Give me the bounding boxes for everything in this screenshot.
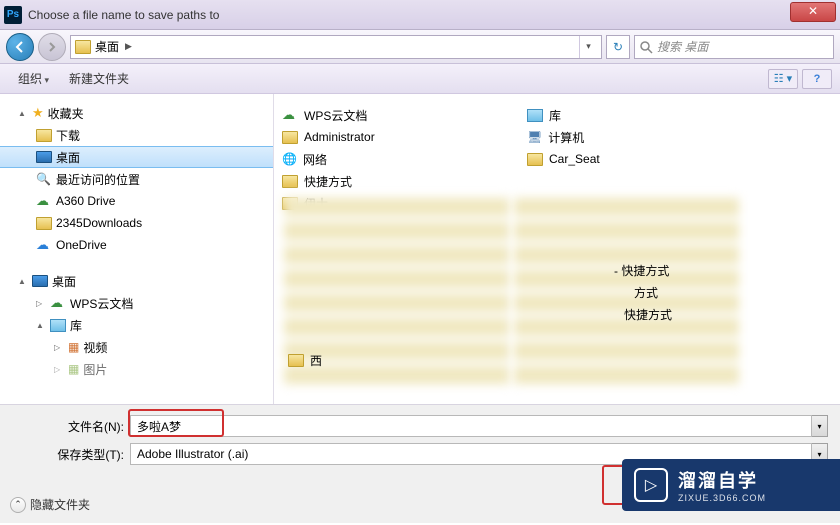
network-icon: 🌐 bbox=[282, 152, 297, 166]
filename-input[interactable] bbox=[130, 415, 812, 437]
file-list[interactable]: ☁WPS云文档Administrator🌐网络快捷方式伊士 库🖥计算机Car_S… bbox=[274, 94, 840, 404]
computer-icon: 🖥 bbox=[527, 130, 542, 144]
file-item[interactable]: 🖥计算机 bbox=[527, 126, 752, 148]
filename-dropdown[interactable]: ▾ bbox=[812, 415, 828, 437]
folder-icon bbox=[282, 175, 298, 188]
arrow-left-icon bbox=[13, 40, 27, 54]
sidebar-desktop[interactable]: 桌面 bbox=[0, 146, 273, 168]
file-item[interactable]: 库 bbox=[527, 104, 752, 126]
new-folder-button[interactable]: 新建文件夹 bbox=[59, 66, 139, 91]
sidebar-onedrive[interactable]: ☁OneDrive bbox=[0, 234, 273, 256]
address-dropdown[interactable]: ▾ bbox=[579, 36, 597, 58]
help-button[interactable]: ? bbox=[802, 69, 832, 89]
file-item[interactable]: 快捷方式 bbox=[282, 170, 507, 192]
organize-menu[interactable]: 组织 bbox=[8, 66, 59, 91]
sidebar-favorites[interactable]: ▲★收藏夹 bbox=[0, 102, 273, 124]
onedrive-icon: ☁ bbox=[36, 237, 52, 253]
sidebar-recent[interactable]: 🔍最近访问的位置 bbox=[0, 168, 273, 190]
sidebar-library[interactable]: ▲库 bbox=[0, 314, 273, 336]
breadcrumb-separator[interactable]: ▶ bbox=[125, 41, 132, 52]
desktop-icon bbox=[32, 275, 48, 287]
savetype-label: 保存类型(T): bbox=[12, 446, 130, 463]
sidebar-desktop-root[interactable]: ▲桌面 bbox=[0, 270, 273, 292]
highlight-annotation bbox=[128, 409, 224, 437]
cloud-icon: ☁ bbox=[50, 295, 66, 311]
address-text: 桌面 bbox=[95, 38, 119, 55]
folder-icon bbox=[75, 40, 91, 54]
star-icon: ★ bbox=[32, 105, 44, 121]
sidebar-a360[interactable]: ☁A360 Drive bbox=[0, 190, 273, 212]
window-title: Choose a file name to save paths to bbox=[28, 8, 836, 22]
folder-icon bbox=[36, 129, 52, 142]
watermark: ▷ 溜溜自学 ZIXUE.3D66.COM bbox=[622, 459, 840, 511]
play-icon: ▷ bbox=[634, 468, 668, 502]
desktop-icon bbox=[36, 151, 52, 163]
view-mode-button[interactable]: ☷ ▾ bbox=[768, 69, 798, 89]
sidebar-pictures[interactable]: ▷▦图片 bbox=[0, 358, 273, 380]
filename-label: 文件名(N): bbox=[12, 418, 130, 435]
sidebar-video[interactable]: ▷▦视频 bbox=[0, 336, 273, 358]
cloud-icon: ☁ bbox=[36, 193, 52, 209]
address-bar[interactable]: 桌面 ▶ ▾ bbox=[70, 35, 602, 59]
arrow-right-icon bbox=[46, 41, 58, 53]
search-input[interactable]: 搜索 桌面 bbox=[634, 35, 834, 59]
library-icon bbox=[50, 319, 66, 332]
file-item[interactable]: Car_Seat bbox=[527, 148, 752, 170]
refresh-button[interactable]: ↻ bbox=[606, 35, 630, 59]
app-icon: Ps bbox=[4, 6, 22, 24]
nav-forward-button bbox=[38, 33, 66, 61]
sidebar-wps[interactable]: ▷☁WPS云文档 bbox=[0, 292, 273, 314]
close-button[interactable]: ✕ bbox=[790, 2, 836, 22]
file-item[interactable]: Administrator bbox=[282, 126, 507, 148]
file-item[interactable]: 🌐网络 bbox=[282, 148, 507, 170]
search-placeholder: 搜索 桌面 bbox=[657, 38, 708, 55]
cloud-icon: ☁ bbox=[282, 107, 298, 123]
folder-icon bbox=[282, 131, 298, 144]
library-icon bbox=[527, 109, 543, 122]
sidebar-downloads[interactable]: 下载 bbox=[0, 124, 273, 146]
file-item[interactable]: ☁WPS云文档 bbox=[282, 104, 507, 126]
blurred-content bbox=[514, 194, 739, 384]
hide-folders-toggle[interactable]: ⌃ 隐藏文件夹 bbox=[10, 496, 90, 513]
sidebar-2345downloads[interactable]: 2345Downloads bbox=[0, 212, 273, 234]
recent-icon: 🔍 bbox=[36, 172, 52, 186]
search-icon bbox=[639, 40, 653, 54]
nav-back-button[interactable] bbox=[6, 33, 34, 61]
chevron-icon: ⌃ bbox=[10, 497, 26, 513]
folder-icon bbox=[527, 153, 543, 166]
folder-icon bbox=[36, 217, 52, 230]
sidebar: ▲★收藏夹 下载 桌面 🔍最近访问的位置 ☁A360 Drive 2345Dow… bbox=[0, 94, 274, 404]
